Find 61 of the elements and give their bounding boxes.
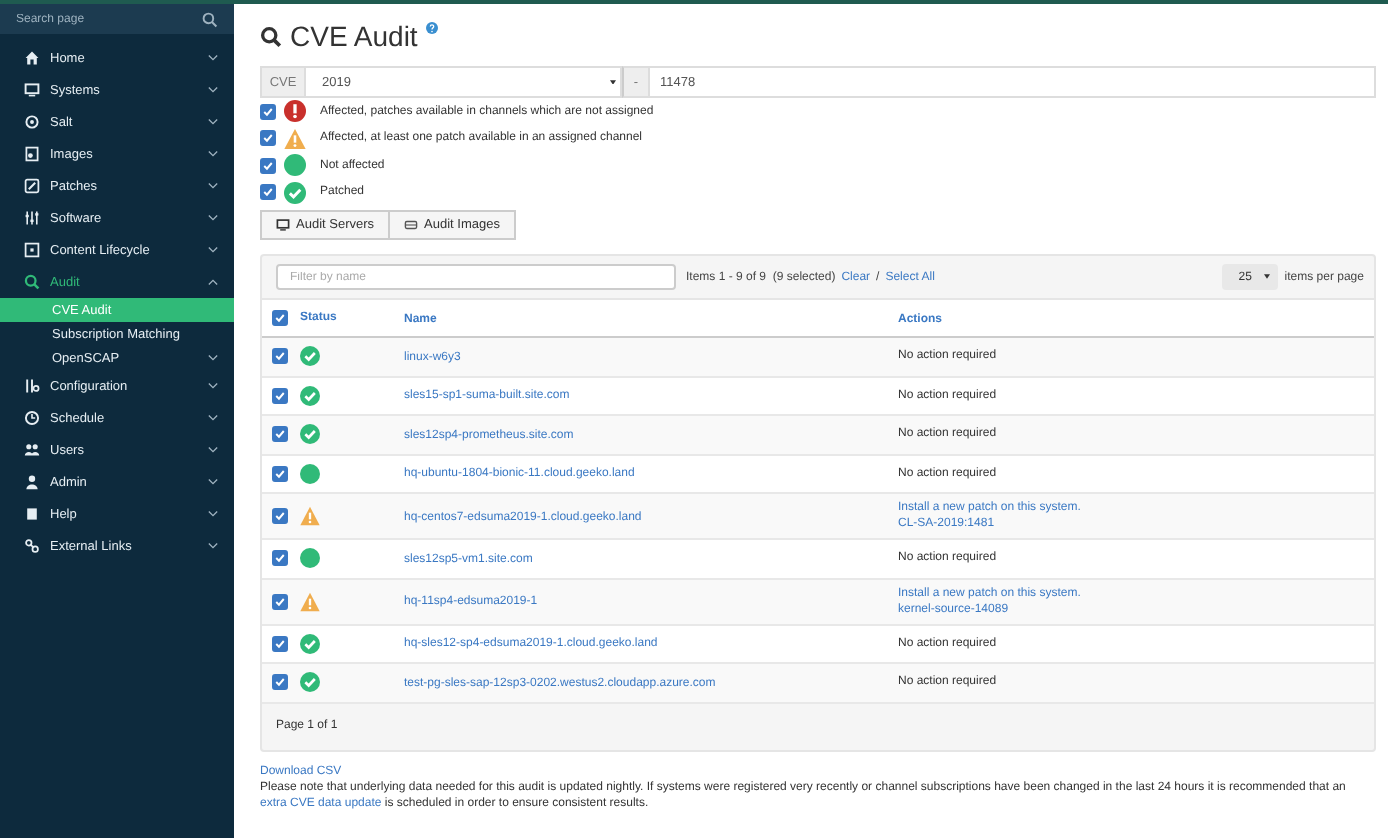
chevron-icon[interactable]: [208, 510, 218, 518]
clock-icon: [24, 410, 40, 426]
caret-icon: [1263, 274, 1270, 280]
error-icon: [284, 100, 306, 123]
checkbox[interactable]: [272, 387, 288, 404]
chevron-icon[interactable]: [208, 278, 218, 286]
chevron-icon[interactable]: [208, 382, 218, 390]
chevron-icon[interactable]: [208, 182, 218, 190]
warning-icon: [300, 506, 320, 526]
chevron-icon[interactable]: [208, 246, 218, 254]
checkbox[interactable]: [272, 550, 288, 567]
checkbox[interactable]: [272, 465, 288, 482]
checkbox[interactable]: [272, 508, 288, 524]
chevron-icon[interactable]: [208, 214, 218, 222]
checkbox[interactable]: [260, 130, 276, 147]
checkbox[interactable]: [272, 674, 288, 691]
check-circle-icon: [300, 346, 320, 367]
warning-icon: [284, 127, 306, 150]
house-icon: [24, 50, 40, 66]
circle-icon: [284, 154, 306, 177]
checkbox[interactable]: [272, 348, 288, 365]
checkbox[interactable]: [272, 593, 288, 609]
chevron-icon[interactable]: [208, 414, 218, 422]
chevron-icon[interactable]: [208, 150, 218, 158]
checkbox[interactable]: [272, 426, 288, 443]
checkbox[interactable]: [260, 103, 276, 120]
chevron-icon[interactable]: [208, 118, 218, 126]
checkbox[interactable]: [260, 157, 276, 174]
patch-icon: [24, 178, 40, 194]
chevron-icon[interactable]: [208, 86, 218, 94]
box-icon: [24, 242, 40, 258]
chevron-icon[interactable]: [208, 354, 218, 362]
check-circle-icon: [300, 424, 320, 445]
search-icon: [260, 25, 282, 47]
page-title: CVE Audit: [290, 20, 418, 52]
check-circle-icon: [284, 181, 306, 204]
caret-icon: [610, 79, 616, 85]
chevron-icon[interactable]: [208, 446, 218, 454]
checkbox[interactable]: [260, 184, 276, 201]
circle-icon: [300, 548, 320, 569]
monitor-icon: [24, 82, 40, 98]
chevron-icon[interactable]: [208, 542, 218, 550]
image-icon: [24, 146, 40, 162]
sliders-icon: [24, 210, 40, 226]
check-circle-icon: [300, 385, 320, 406]
circle-icon: [300, 463, 320, 484]
warning-icon: [300, 591, 320, 611]
link-icon: [24, 538, 40, 554]
person-icon: [24, 474, 40, 490]
help-icon[interactable]: [425, 22, 438, 34]
search-icon: [24, 274, 40, 290]
check-circle-icon: [300, 672, 320, 693]
chevron-icon[interactable]: [208, 478, 218, 486]
checkbox[interactable]: [272, 635, 288, 652]
disk-icon: [404, 218, 419, 232]
checkbox[interactable]: [272, 310, 288, 326]
chevron-icon[interactable]: [208, 54, 218, 62]
check-circle-icon: [300, 633, 320, 654]
search-icon: [202, 11, 218, 27]
monitor-icon: [276, 218, 290, 232]
users-icon: [24, 442, 40, 458]
